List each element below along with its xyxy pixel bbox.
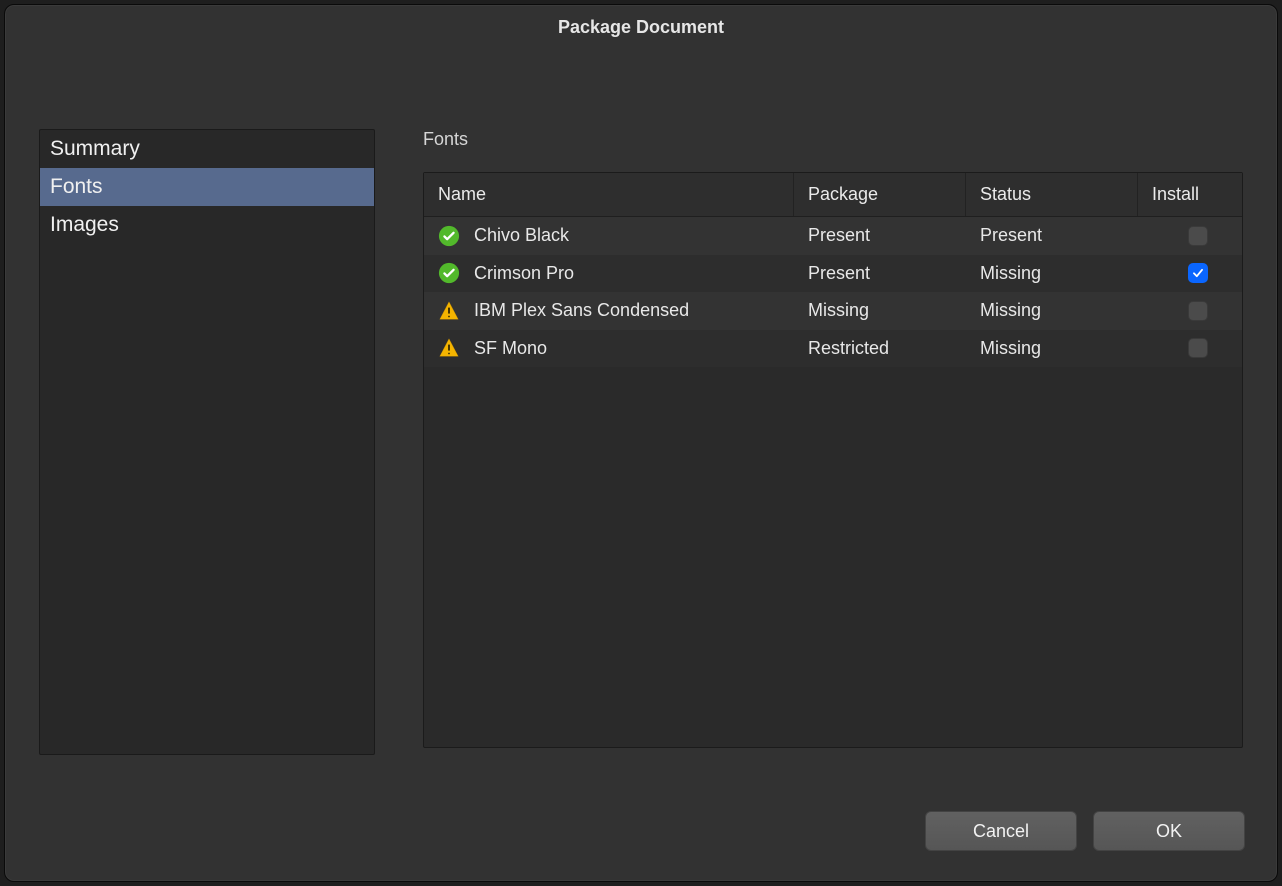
table-row[interactable]: Chivo Black Present Present — [424, 217, 1242, 255]
fonts-table: Name Package Status Install Chivo Black … — [423, 172, 1243, 748]
dialog-footer: Cancel OK — [5, 797, 1277, 881]
dialog-body: Summary Fonts Images Fonts Name Package … — [5, 49, 1277, 797]
warning-triangle-icon — [438, 300, 460, 322]
table-body: Chivo Black Present Present — [424, 217, 1242, 747]
cell-status: Missing — [966, 255, 1138, 293]
cancel-button[interactable]: Cancel — [925, 811, 1077, 851]
cell-package: Present — [794, 255, 966, 293]
package-document-dialog: Package Document Summary Fonts Images Fo… — [4, 4, 1278, 882]
cell-status: Missing — [966, 330, 1138, 368]
cell-package: Present — [794, 217, 966, 255]
dialog-title: Package Document — [5, 5, 1277, 49]
font-name: Chivo Black — [474, 225, 569, 246]
cell-package: Restricted — [794, 330, 966, 368]
main-panel: Fonts Name Package Status Install Chivo — [423, 129, 1243, 797]
sidebar-item-summary[interactable]: Summary — [40, 130, 374, 168]
table-row[interactable]: Crimson Pro Present Missing — [424, 255, 1242, 293]
install-checkbox[interactable] — [1188, 338, 1208, 358]
checkmark-circle-icon — [438, 262, 460, 284]
cell-status: Missing — [966, 292, 1138, 330]
sidebar-item-images[interactable]: Images — [40, 206, 374, 244]
install-checkbox[interactable] — [1188, 301, 1208, 321]
column-header-status[interactable]: Status — [966, 173, 1138, 216]
column-header-install[interactable]: Install — [1138, 173, 1242, 216]
sidebar-item-label: Images — [50, 213, 119, 237]
sidebar-item-fonts[interactable]: Fonts — [40, 168, 374, 206]
sidebar: Summary Fonts Images — [39, 129, 375, 755]
column-header-name[interactable]: Name — [424, 173, 794, 216]
ok-button[interactable]: OK — [1093, 811, 1245, 851]
table-row[interactable]: IBM Plex Sans Condensed Missing Missing — [424, 292, 1242, 330]
cell-package: Missing — [794, 292, 966, 330]
cell-status: Present — [966, 217, 1138, 255]
font-name: SF Mono — [474, 338, 547, 359]
font-name: IBM Plex Sans Condensed — [474, 300, 689, 321]
sidebar-item-label: Fonts — [50, 175, 103, 199]
font-name: Crimson Pro — [474, 263, 574, 284]
section-heading: Fonts — [423, 129, 1243, 150]
table-row[interactable]: SF Mono Restricted Missing — [424, 330, 1242, 368]
column-header-package[interactable]: Package — [794, 173, 966, 216]
table-header: Name Package Status Install — [424, 173, 1242, 217]
sidebar-item-label: Summary — [50, 137, 140, 161]
install-checkbox[interactable] — [1188, 226, 1208, 246]
warning-triangle-icon — [438, 337, 460, 359]
install-checkbox[interactable] — [1188, 263, 1208, 283]
checkmark-circle-icon — [438, 225, 460, 247]
